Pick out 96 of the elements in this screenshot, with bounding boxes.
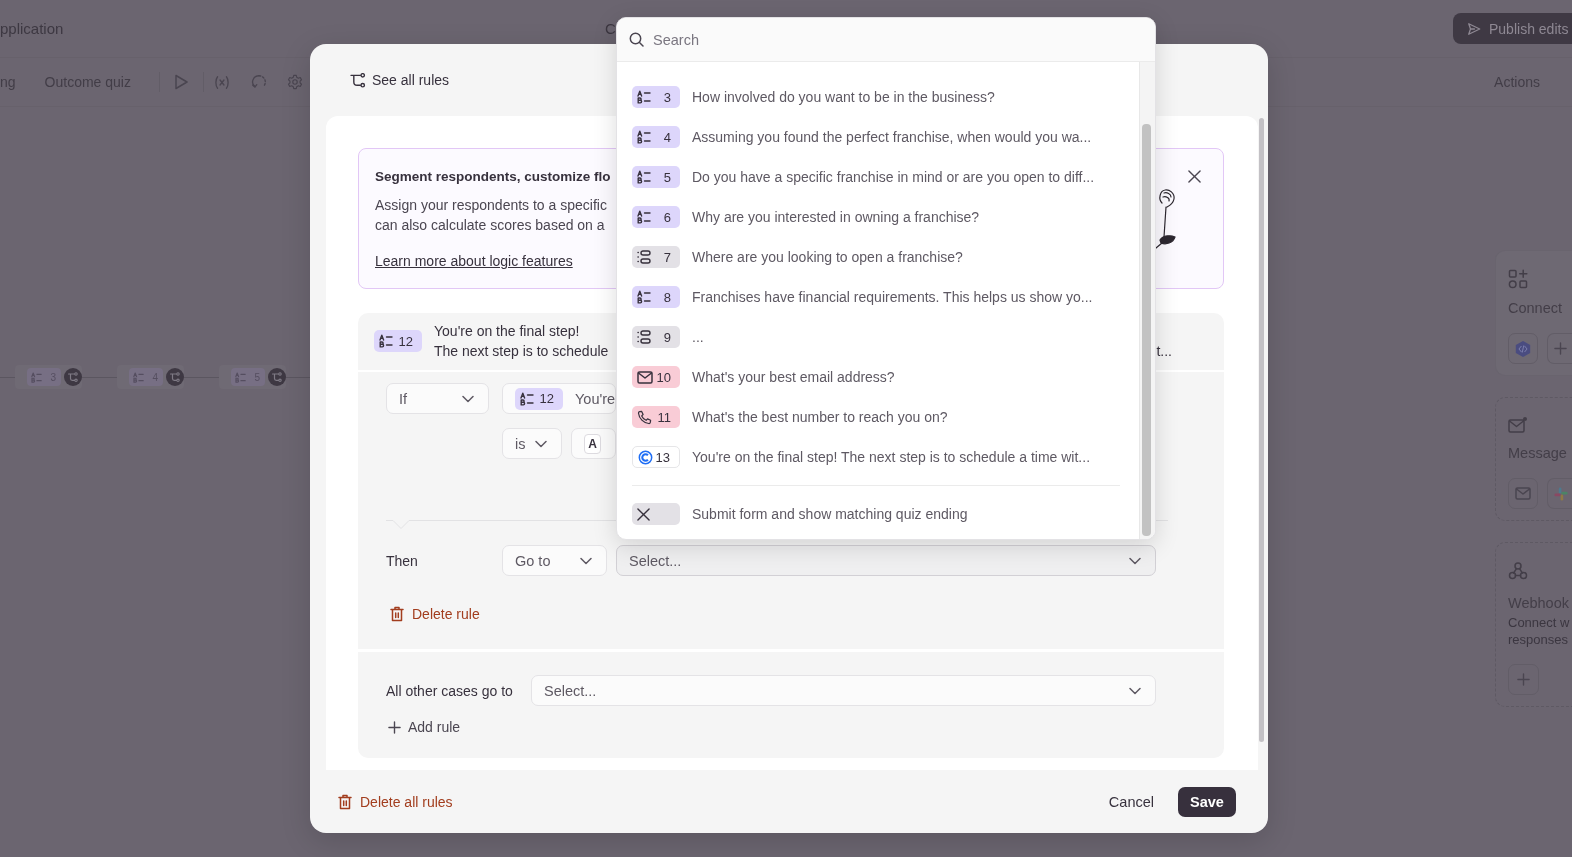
- question-title-fragment: t...: [1156, 342, 1172, 361]
- chevron-down-icon: [1129, 686, 1141, 695]
- operator-select[interactable]: is: [502, 428, 562, 459]
- grid-plus-icon: [1508, 269, 1528, 289]
- action-select[interactable]: Go to: [502, 545, 607, 576]
- chevron-down-icon: [580, 556, 592, 565]
- option-text[interactable]: What's the best number to reach you on?: [692, 409, 948, 425]
- question-number: 5: [663, 169, 671, 185]
- app-logo-icon: [1554, 486, 1569, 501]
- question-number: 10: [656, 369, 671, 385]
- answer-select[interactable]: A: [571, 428, 616, 459]
- mail-icon: [637, 370, 653, 384]
- plus-icon: [388, 720, 401, 734]
- app-button[interactable]: [1547, 478, 1572, 509]
- question-title: You're on the final step! The next step is to schedule: [434, 322, 609, 361]
- search-icon: [629, 32, 644, 47]
- choice-list-icon: [637, 90, 651, 104]
- question-select[interactable]: 12 You're: [502, 383, 616, 414]
- list-icon: [637, 250, 651, 264]
- send-icon: [1467, 21, 1481, 36]
- add-button[interactable]: [1508, 664, 1539, 695]
- ring-icon: [638, 449, 653, 465]
- option-text[interactable]: ...: [692, 329, 704, 345]
- chevron-down-icon: [535, 439, 547, 448]
- branch-icon[interactable]: [166, 368, 184, 386]
- info-text: Assign your respondents to a specific can also calculate scores based on a: [375, 196, 607, 235]
- choice-list-icon: [637, 210, 651, 224]
- choice-list-icon: [637, 170, 651, 184]
- question-number: 8: [663, 289, 671, 305]
- question-number: 13: [655, 449, 670, 465]
- branch-icon[interactable]: [268, 368, 286, 386]
- loop-icon[interactable]: [250, 74, 267, 90]
- info-title: Segment respondents, customize flo: [375, 168, 611, 186]
- mail-icon: [1515, 487, 1532, 500]
- plus-icon: [1517, 673, 1530, 686]
- code-icon: [1514, 339, 1533, 358]
- mail-icon: [1508, 416, 1528, 434]
- question-number: 4: [663, 129, 671, 145]
- choice-list-icon: [379, 334, 393, 348]
- choice-key: A: [584, 433, 601, 454]
- settings-icon[interactable]: [286, 74, 303, 90]
- question-number: 3: [663, 89, 671, 105]
- list-icon: [637, 330, 651, 344]
- option-text[interactable]: Franchises have financial requirements. This helps us show yo...: [692, 289, 1093, 305]
- learn-more-link[interactable]: Learn more about logic features: [375, 251, 573, 271]
- branch-icon[interactable]: [64, 368, 82, 386]
- option-text[interactable]: Submit form and show matching quiz ending: [692, 506, 968, 522]
- question-number: 12: [539, 391, 554, 406]
- search-bar[interactable]: Search: [617, 18, 1155, 62]
- fallback-select[interactable]: Select...: [531, 675, 1156, 706]
- code-button[interactable]: [1508, 333, 1539, 364]
- option-text[interactable]: What's your best email address?: [692, 369, 895, 385]
- variable-icon[interactable]: [213, 74, 230, 90]
- mail-button[interactable]: [1508, 478, 1539, 509]
- phone-icon: [637, 409, 652, 425]
- add-button[interactable]: [1547, 333, 1572, 364]
- webhook-icon: [1508, 561, 1528, 581]
- search-field[interactable]: Search: [653, 28, 1143, 51]
- choice-list-icon: [31, 371, 42, 383]
- add-rule-button[interactable]: Add rule: [388, 719, 461, 735]
- option-text[interactable]: Where are you looking to open a franchise?: [692, 249, 963, 265]
- question-number: 9: [663, 329, 671, 345]
- condition-select[interactable]: If: [386, 383, 489, 414]
- save-button[interactable]: Save: [1178, 786, 1236, 817]
- option-text[interactable]: Do you have a specific franchise in mind or are you open to diff...: [692, 169, 1095, 185]
- play-icon[interactable]: [173, 74, 188, 90]
- chevron-down-icon: [462, 394, 474, 403]
- choice-list-icon: [235, 371, 246, 383]
- delete-all-rules-button[interactable]: Delete all rules: [338, 793, 453, 810]
- scrollbar-thumb[interactable]: [1259, 118, 1264, 742]
- cancel-button[interactable]: Cancel: [1108, 793, 1154, 810]
- choice-list-icon: [637, 130, 651, 144]
- trash-icon: [338, 793, 352, 810]
- question-number: 11: [657, 409, 671, 425]
- scrollbar[interactable]: [1139, 62, 1155, 539]
- choice-list-icon: [637, 290, 651, 304]
- chevron-down-icon: [1129, 556, 1141, 565]
- trash-icon: [390, 606, 404, 622]
- choice-list-icon: [520, 391, 534, 406]
- choice-list-icon: [133, 371, 144, 383]
- question-number: 7: [663, 249, 671, 265]
- question-number: 12: [398, 333, 413, 349]
- option-text[interactable]: You're on the final step! The next step is to schedule a time wit...: [692, 449, 1090, 465]
- x-icon: [637, 507, 650, 521]
- then-label: Then: [386, 552, 419, 569]
- branch-icon: [350, 72, 367, 88]
- target-select[interactable]: Select...: [616, 545, 1156, 576]
- question-number: 6: [663, 209, 671, 225]
- delete-rule-button[interactable]: Delete rule: [390, 606, 480, 622]
- option-text[interactable]: How involved do you want to be in the business?: [692, 89, 995, 105]
- plus-icon: [1554, 342, 1568, 355]
- see-all-rules-link[interactable]: See all rules: [350, 72, 450, 88]
- option-text[interactable]: Why are you interested in owning a franchise?: [692, 209, 980, 225]
- close-icon[interactable]: [1188, 170, 1201, 183]
- fallback-label: All other cases go to: [386, 682, 514, 699]
- option-text[interactable]: Assuming you found the perfect franchise, when would you wa...: [692, 129, 1092, 145]
